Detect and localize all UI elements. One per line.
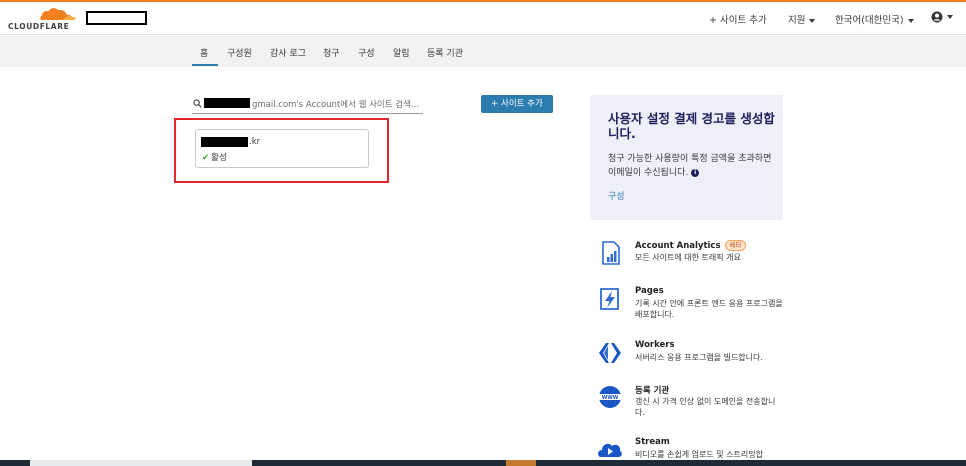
chevron-down-icon — [907, 18, 914, 23]
product-desc: 갱신 시 가격 인상 없이 도메인을 전송합니다. — [635, 397, 776, 417]
support-menu[interactable]: 지원 — [788, 12, 816, 26]
site-domain-suffix: .kr — [249, 137, 261, 147]
add-site-button[interactable]: + 사이트 추가 — [481, 95, 553, 113]
site-card[interactable]: .kr ✔ 활성 — [195, 129, 369, 168]
svg-text:WWW: WWW — [602, 395, 619, 401]
workers-icon — [599, 343, 621, 363]
product-name: 등록 기관 — [635, 386, 670, 396]
taskbar-app-button[interactable] — [506, 460, 536, 466]
product-desc: 비디오를 손쉽게 업로드 및 스트리밍합 — [635, 450, 763, 459]
header-add-site-link[interactable]: + 사이트 추가 — [709, 12, 767, 26]
cloudflare-logo[interactable]: CLOUDFLARE — [8, 6, 78, 32]
tab-audit-log[interactable]: 감사 로그 — [270, 46, 306, 59]
tab-home[interactable]: 홈 — [200, 46, 208, 59]
top-header: CLOUDFLARE + 사이트 추가 지원 한국어(대한민국) — [0, 2, 966, 35]
site-status: ✔ 활성 — [202, 151, 227, 163]
pages-bolt-icon — [600, 288, 619, 310]
cloud-logo-icon — [40, 8, 76, 20]
product-name: Stream — [635, 437, 670, 447]
support-label: 지원 — [788, 15, 806, 26]
user-menu[interactable] — [931, 11, 953, 23]
www-globe-icon: WWW — [598, 386, 622, 408]
beta-badge: 베타 — [724, 240, 747, 251]
product-desc: 모든 사이트에 대한 트래픽 개요 — [635, 253, 741, 262]
billing-alert-promo: 사용자 설정 결제 경고를 생성합니다. 청구 가능한 사용량이 특정 금액을 … — [590, 95, 783, 220]
chevron-down-icon — [809, 18, 816, 23]
product-name: Workers — [635, 340, 675, 350]
product-desc: 서버리스 응용 프로그램을 빌드합니다. — [635, 353, 763, 362]
product-name: Pages — [635, 286, 664, 296]
product-name-text: Account Analytics — [635, 241, 721, 251]
redacted-email — [204, 98, 250, 108]
chevron-down-icon — [947, 15, 953, 19]
tab-billing[interactable]: 청구 — [323, 46, 340, 59]
tab-notifications[interactable]: 알림 — [393, 46, 410, 59]
check-icon: ✔ — [202, 153, 210, 163]
tab-configurations[interactable]: 구성 — [358, 46, 375, 59]
language-menu[interactable]: 한국어(대한민국) — [835, 12, 914, 26]
search-icon — [193, 99, 202, 108]
site-search-input[interactable]: gmail.com's Account에서 웹 사이트 검색... — [192, 96, 423, 114]
account-tabs-bar: 홈 구성원 감사 로그 청구 구성 알림 등록 기관 — [0, 36, 966, 67]
search-placeholder: gmail.com's Account에서 웹 사이트 검색... — [252, 100, 420, 110]
info-icon: i — [691, 168, 700, 177]
analytics-icon — [602, 241, 620, 265]
redacted-domain — [201, 137, 248, 147]
logo-wordmark: CLOUDFLARE — [8, 22, 70, 31]
language-label: 한국어(대한민국) — [835, 15, 904, 26]
redacted-account-name — [86, 11, 147, 25]
tab-members[interactable]: 구성원 — [227, 46, 252, 59]
status-label: 활성 — [211, 153, 227, 163]
active-tab-indicator — [192, 64, 218, 66]
promo-body: 청구 가능한 사용량이 특정 금액을 초과하면 이메일이 수신됩니다. i — [608, 152, 778, 180]
promo-body-text: 청구 가능한 사용량이 특정 금액을 초과하면 이메일이 수신됩니다. — [608, 154, 772, 178]
user-circle-icon — [931, 11, 943, 23]
product-desc: 기록 시간 안에 프론트 엔드 응용 프로그램을 배포합니다. — [635, 299, 783, 319]
promo-configure-link[interactable]: 구성 — [608, 189, 625, 202]
taskbar-search-box[interactable] — [30, 460, 252, 466]
product-name: Account Analytics 베타 — [635, 240, 747, 251]
tab-registrar[interactable]: 등록 기관 — [427, 46, 463, 59]
promo-title: 사용자 설정 결제 경고를 생성합니다. — [608, 111, 775, 141]
